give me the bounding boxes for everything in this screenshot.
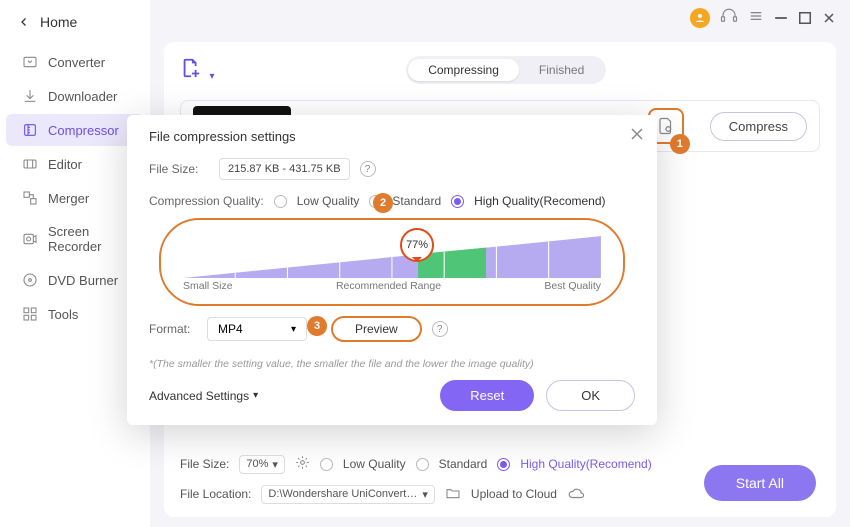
sidebar-item-label: Tools — [48, 307, 78, 322]
quality-label: Compression Quality: — [149, 194, 264, 208]
bottom-filesize-dropdown[interactable]: 70%▾ — [239, 455, 285, 474]
range-best-label: Best Quality — [544, 280, 601, 292]
sidebar-item-downloader[interactable]: Downloader — [6, 80, 144, 112]
panel-top: ▾ Compressing Finished — [180, 54, 820, 86]
std-label: Standard — [392, 194, 441, 208]
sidebar-item-converter[interactable]: Converter — [6, 46, 144, 78]
sidebar-item-editor[interactable]: Editor — [6, 148, 144, 180]
sidebar-item-compressor[interactable]: Compressor — [6, 114, 144, 146]
bottom-filesize-label: File Size: — [180, 457, 229, 471]
bottom-radio-low[interactable] — [320, 458, 333, 471]
back-home[interactable]: Home — [0, 8, 150, 44]
open-folder-icon[interactable] — [445, 485, 461, 504]
compress-button[interactable]: Compress — [710, 112, 807, 141]
filesize-input[interactable]: 215.87 KB - 431.75 KB — [219, 158, 350, 180]
home-label: Home — [40, 14, 77, 30]
step-badge-2: 2 — [373, 193, 393, 213]
ok-button[interactable]: OK — [546, 380, 635, 411]
cloud-icon[interactable] — [567, 484, 585, 505]
high-label: High Quality(Recomend) — [474, 194, 605, 208]
tabbar: Compressing Finished — [406, 56, 606, 84]
bottom-radio-standard[interactable] — [416, 458, 429, 471]
bottom-std-label: Standard — [439, 457, 488, 471]
sidebar-item-label: Merger — [48, 191, 89, 206]
step-badge-1: 1 — [670, 134, 690, 154]
preview-button[interactable]: Preview — [331, 316, 422, 342]
radio-low[interactable] — [274, 195, 287, 208]
sidebar-item-label: DVD Burner — [48, 273, 118, 288]
chevron-down-icon: ▾ — [209, 71, 214, 82]
hamburger-icon[interactable] — [748, 8, 764, 29]
bottom-location-dropdown[interactable]: D:\Wondershare UniConverter 1▾ — [261, 485, 435, 504]
maximize-button[interactable] — [798, 11, 812, 25]
slider-value-bubble: 77% — [400, 228, 434, 262]
upload-cloud-label: Upload to Cloud — [471, 487, 557, 501]
filesize-info-icon[interactable]: ? — [360, 161, 376, 177]
preview-info-icon[interactable]: ? — [432, 321, 448, 337]
range-small-label: Small Size — [183, 280, 233, 292]
add-file-button[interactable]: ▾ — [180, 57, 214, 84]
reset-button[interactable]: Reset — [440, 380, 534, 411]
sidebar-item-recorder[interactable]: Screen Recorder — [6, 216, 144, 262]
radio-high[interactable] — [451, 195, 464, 208]
sidebar-item-tools[interactable]: Tools — [6, 298, 144, 330]
low-label: Low Quality — [297, 194, 360, 208]
bottom-radio-high[interactable] — [497, 458, 510, 471]
compression-settings-modal: File compression settings File Size: 215… — [127, 115, 657, 425]
range-mid-label: Recommended Range — [336, 280, 441, 292]
quality-slider[interactable]: 77% Small Size Recommended Range Best Qu… — [159, 218, 625, 306]
bottom-settings-icon[interactable] — [295, 455, 310, 473]
advanced-settings-toggle[interactable]: Advanced Settings▾ — [149, 389, 258, 403]
hint-text: *(The smaller the setting value, the sma… — [149, 358, 635, 370]
minimize-button[interactable] — [774, 11, 788, 25]
format-dropdown[interactable]: MP4▾ — [207, 317, 307, 341]
modal-close-button[interactable] — [631, 127, 643, 145]
modal-title: File compression settings — [149, 129, 635, 144]
user-avatar[interactable] — [690, 8, 710, 28]
step-badge-3: 3 — [307, 316, 327, 336]
sidebar-item-label: Compressor — [48, 123, 119, 138]
close-button[interactable] — [822, 11, 836, 25]
filesize-label: File Size: — [149, 162, 209, 176]
sidebar-item-label: Screen Recorder — [48, 224, 128, 254]
bottom-low-label: Low Quality — [343, 457, 406, 471]
support-icon[interactable] — [720, 7, 738, 30]
tab-compressing[interactable]: Compressing — [408, 59, 519, 81]
sidebar-item-label: Converter — [48, 55, 105, 70]
format-label: Format: — [149, 322, 197, 336]
sidebar-item-dvd[interactable]: DVD Burner — [6, 264, 144, 296]
sidebar-item-merger[interactable]: Merger — [6, 182, 144, 214]
bottom-high-label: High Quality(Recomend) — [520, 457, 651, 471]
sidebar-item-label: Editor — [48, 157, 82, 172]
bottom-location-label: File Location: — [180, 487, 251, 501]
sidebar-item-label: Downloader — [48, 89, 117, 104]
start-all-button[interactable]: Start All — [704, 465, 816, 501]
tab-finished[interactable]: Finished — [519, 59, 604, 81]
